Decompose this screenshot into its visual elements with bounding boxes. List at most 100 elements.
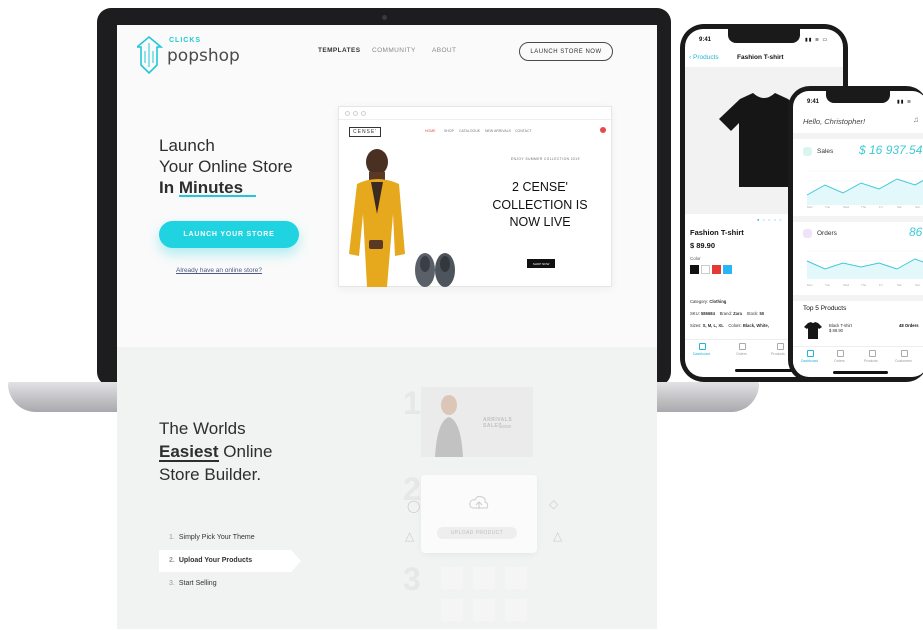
step-upload-products[interactable]: 2. Upload Your Products bbox=[169, 557, 252, 564]
shirt-outline-icon: ◯ bbox=[407, 499, 421, 513]
tab-dashboard[interactable]: Dashboard bbox=[693, 352, 710, 356]
preview-nav-contact: CONTACT bbox=[515, 129, 532, 133]
laptop-screen: CLICKS popshop TEMPLATES COMMUNITY ABOUT… bbox=[117, 25, 657, 629]
nav-community[interactable]: COMMUNITY bbox=[372, 47, 416, 54]
weekday-label: Mon bbox=[807, 205, 813, 209]
weekday-label: Sat bbox=[897, 205, 902, 209]
tab-orders[interactable]: Orders bbox=[834, 359, 845, 363]
theme-card-bar bbox=[499, 425, 511, 428]
home-indicator bbox=[735, 369, 795, 372]
products-icon[interactable] bbox=[777, 343, 784, 350]
launch-store-now-button[interactable]: LAUNCH STORE NOW bbox=[519, 42, 613, 61]
meta-key: Colors: bbox=[728, 323, 742, 328]
step-label: Upload Your Products bbox=[178, 557, 253, 564]
back-to-products-button[interactable]: ‹ Products bbox=[689, 54, 719, 61]
step-pick-theme[interactable]: 1. Simply Pick Your Theme bbox=[169, 534, 255, 541]
tab-dashboard[interactable]: Dashboard bbox=[801, 359, 818, 363]
popshop-logo[interactable]: CLICKS popshop bbox=[137, 34, 240, 75]
product-tile bbox=[441, 567, 463, 589]
weekday-label: Wed bbox=[843, 205, 850, 209]
phone2-notch bbox=[826, 91, 890, 103]
step-label: Simply Pick Your Theme bbox=[178, 534, 255, 541]
home-indicator bbox=[833, 371, 888, 374]
meta-value: 50 bbox=[759, 311, 765, 316]
tshirt-thumbnail bbox=[804, 322, 822, 339]
shoe-outline-icon: ◇ bbox=[549, 497, 559, 511]
product-tile bbox=[473, 599, 495, 621]
top-product-price: $ 88.90 bbox=[829, 328, 843, 333]
step-number-1: 1 bbox=[403, 385, 421, 421]
steps-illustration: 1 2 3 ARRIVALS SALES UPLOAD PRODUCT ◯ △ bbox=[389, 367, 649, 627]
phone2-tabbar: Dashboard Orders Products Customers bbox=[793, 346, 923, 368]
meta-key: Category: bbox=[690, 299, 709, 304]
nav-about[interactable]: ABOUT bbox=[432, 47, 456, 54]
swatch-blue[interactable] bbox=[723, 265, 732, 274]
step-start-selling[interactable]: 3. Start Selling bbox=[169, 580, 217, 587]
sales-icon bbox=[803, 147, 812, 156]
tab-products[interactable]: Products bbox=[771, 352, 785, 356]
orders-line-chart bbox=[806, 250, 923, 279]
sneakers-photo bbox=[415, 253, 455, 287]
phone1-time: 9:41 bbox=[699, 37, 712, 43]
meta-value: 586684 bbox=[700, 311, 715, 316]
color-label: Color bbox=[690, 256, 701, 261]
preview-nav-new-arrivals: NEW ARRIVALS bbox=[485, 129, 511, 133]
bell-icon[interactable]: ♫ bbox=[913, 115, 919, 124]
product-name: Fashion T-shirt bbox=[690, 228, 744, 237]
weekday-label: Sun bbox=[915, 283, 921, 287]
meta-value: Black, White, bbox=[742, 323, 769, 328]
swatch-white[interactable] bbox=[701, 265, 710, 274]
status-icons: ▮▮ ≋ bbox=[897, 99, 913, 105]
phone2-time: 9:41 bbox=[807, 99, 820, 105]
orders-value: 86 bbox=[909, 225, 923, 239]
window-dot-icon bbox=[361, 111, 366, 116]
divider bbox=[793, 295, 923, 301]
hero-title-line1: Launch bbox=[159, 136, 215, 155]
weekday-label: Tue bbox=[825, 283, 831, 287]
hero-underline bbox=[179, 195, 256, 197]
swatch-black[interactable] bbox=[690, 265, 699, 274]
weekday-label: Mon bbox=[807, 283, 813, 287]
customers-icon[interactable] bbox=[901, 350, 908, 357]
dashboard-icon[interactable] bbox=[699, 343, 706, 350]
carousel-dots[interactable]: ● ○ ○ ○ ○ bbox=[757, 217, 783, 222]
tab-customers[interactable]: Customers bbox=[895, 359, 912, 363]
meta-key: Brand: bbox=[719, 311, 732, 316]
upload-card: UPLOAD PRODUCT bbox=[421, 475, 537, 553]
product-tile bbox=[505, 599, 527, 621]
divider bbox=[793, 133, 923, 139]
top-product-item[interactable]: Black T-shirt $ 88.90 bbox=[829, 323, 852, 333]
store-preview-window: CENSE' HOME SHOP CATALOGUE NEW ARRIVALS … bbox=[338, 106, 612, 287]
meta-key: Sizes: bbox=[690, 323, 702, 328]
laptop-camera bbox=[382, 15, 387, 20]
sku-row: SKU: 586684 Brand: Zara Stock: 50 bbox=[690, 311, 764, 316]
builder-underline bbox=[159, 460, 219, 462]
phone1-title: Fashion T-shirt bbox=[737, 54, 784, 61]
meta-key: SKU: bbox=[690, 311, 700, 316]
step-number-3: 3 bbox=[403, 561, 421, 597]
launch-your-store-button[interactable]: LAUNCH YOUR STORE bbox=[159, 221, 299, 248]
builder-title-easiest: Easiest bbox=[159, 442, 219, 461]
dashboard-icon[interactable] bbox=[807, 350, 814, 357]
weekday-label: Wed bbox=[843, 283, 850, 287]
builder-title: The Worlds Easiest Online Store Builder. bbox=[159, 417, 272, 486]
tab-orders[interactable]: Orders bbox=[736, 352, 747, 356]
cense-logo: CENSE' bbox=[349, 127, 382, 137]
hero-section: CLICKS popshop TEMPLATES COMMUNITY ABOUT… bbox=[117, 25, 657, 347]
existing-store-link[interactable]: Already have an online store? bbox=[176, 267, 262, 274]
hero-title-line2: Your Online Store bbox=[159, 157, 293, 176]
swatch-red[interactable] bbox=[712, 265, 721, 274]
weekday-label: Thu bbox=[861, 205, 867, 209]
nav-templates[interactable]: TEMPLATES bbox=[318, 47, 360, 54]
product-tile bbox=[505, 567, 527, 589]
products-icon[interactable] bbox=[869, 350, 876, 357]
meta-value: Zara bbox=[733, 311, 742, 316]
promo-subtitle: ENJOY SUMMER COLLECTION 2019 bbox=[511, 157, 580, 161]
meta-value: Clothing bbox=[709, 299, 727, 304]
orders-icon[interactable] bbox=[739, 343, 746, 350]
orders-icon[interactable] bbox=[837, 350, 844, 357]
shop-now-button: SHOP NOW bbox=[527, 259, 555, 268]
cloud-upload-icon bbox=[469, 495, 489, 509]
tab-products[interactable]: Products bbox=[864, 359, 878, 363]
weekday-label: Sun bbox=[915, 205, 921, 209]
